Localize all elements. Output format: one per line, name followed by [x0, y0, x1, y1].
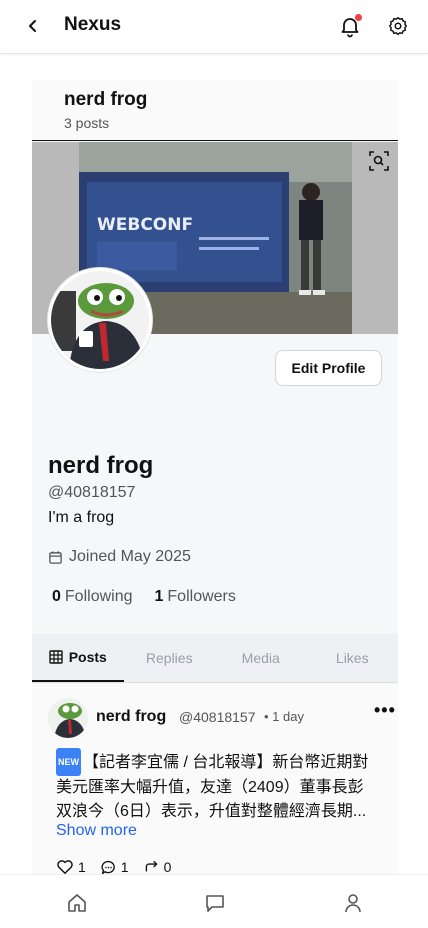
tab-replies[interactable]: Replies: [124, 634, 216, 682]
post-actions: 1 1 0: [56, 858, 171, 874]
avatar-image: [51, 271, 149, 369]
post-count: 3 posts: [64, 115, 110, 131]
gear-icon: [389, 17, 407, 35]
zoom-icon: [369, 151, 389, 171]
post-text: NEW 【記者李宜儒 / 台北報導】新台幣近期對美元匯率大幅升值，友達（2409）…: [56, 748, 376, 824]
post-handle: @40818157: [179, 709, 256, 725]
header-name: nerd frog: [64, 89, 148, 110]
profile-display-name: nerd frog: [48, 452, 154, 479]
profile-tabs: Posts Replies Media Likes: [32, 634, 398, 683]
followers-link[interactable]: 1 Followers: [155, 588, 236, 606]
tab-replies-label: Replies: [145, 650, 193, 666]
bottom-nav: [0, 874, 428, 928]
tab-posts[interactable]: Posts: [32, 634, 124, 682]
following-label: Following: [64, 588, 133, 605]
nav-messages[interactable]: [203, 891, 227, 915]
nav-home[interactable]: [65, 891, 89, 915]
tab-media[interactable]: Media: [215, 634, 307, 682]
tab-posts-label: Posts: [68, 649, 107, 665]
post-author[interactable]: nerd frog: [96, 708, 166, 726]
joined-text: Joined May 2025: [69, 548, 191, 565]
more-icon[interactable]: •••: [374, 700, 396, 721]
user-icon: [345, 894, 361, 913]
follow-stats: 0 Following 1 Followers: [52, 588, 236, 606]
zoom-button[interactable]: [368, 150, 390, 172]
post-time: • 1 day: [264, 709, 304, 724]
calendar-icon: [49, 550, 62, 564]
back-button[interactable]: [22, 15, 44, 37]
edit-profile-button[interactable]: Edit Profile: [275, 350, 382, 386]
followers-label: Followers: [167, 588, 236, 605]
comment-count: 1: [120, 859, 129, 874]
new-badge: NEW: [56, 748, 81, 776]
nav-profile[interactable]: [341, 891, 365, 915]
profile-bio: I'm a frog: [48, 509, 115, 526]
tab-likes[interactable]: Likes: [307, 634, 399, 682]
post-body: 【記者李宜儒 / 台北報導】新台幣近期對美元匯率大幅升值，友達（2409）董事長…: [56, 754, 369, 820]
top-bar: Nexus: [0, 0, 428, 54]
profile-header: nerd frog 3 posts: [32, 80, 398, 141]
notification-dot: [355, 14, 362, 21]
comment-button[interactable]: 1: [100, 858, 129, 874]
show-more-link[interactable]: Show more: [56, 822, 137, 840]
comment-icon: [101, 860, 115, 874]
app-title: Nexus: [64, 14, 122, 35]
post-avatar[interactable]: [48, 698, 88, 738]
svg-text:WEBCONF: WEBCONF: [97, 215, 193, 235]
following-count: 0: [52, 588, 61, 605]
profile-handle: @40818157: [48, 484, 136, 501]
repost-icon: [145, 860, 157, 872]
post-avatar-image: [48, 698, 88, 738]
post-item[interactable]: nerd frog @40818157 • 1 day ••• NEW 【記者李宜…: [32, 684, 398, 874]
chevron-left-icon: [29, 20, 36, 32]
heart-icon: [57, 860, 73, 874]
repost-button[interactable]: 0: [143, 858, 172, 874]
grid-icon: [48, 650, 63, 664]
followers-count: 1: [154, 588, 164, 605]
profile-card: nerd frog 3 posts WEBCONF Edit Profile n…: [32, 80, 398, 874]
tab-likes-label: Likes: [335, 650, 369, 666]
tab-media-label: Media: [241, 650, 280, 666]
like-count: 1: [78, 859, 86, 874]
settings-button[interactable]: [387, 15, 409, 37]
home-icon: [68, 894, 86, 912]
profile-avatar[interactable]: [48, 268, 152, 372]
notifications-button[interactable]: [338, 14, 362, 38]
like-button[interactable]: 1: [56, 858, 86, 874]
joined-date: Joined May 2025: [48, 548, 191, 566]
message-icon: [206, 895, 224, 912]
following-link[interactable]: 0 Following: [52, 588, 133, 606]
repost-count: 0: [163, 859, 172, 874]
